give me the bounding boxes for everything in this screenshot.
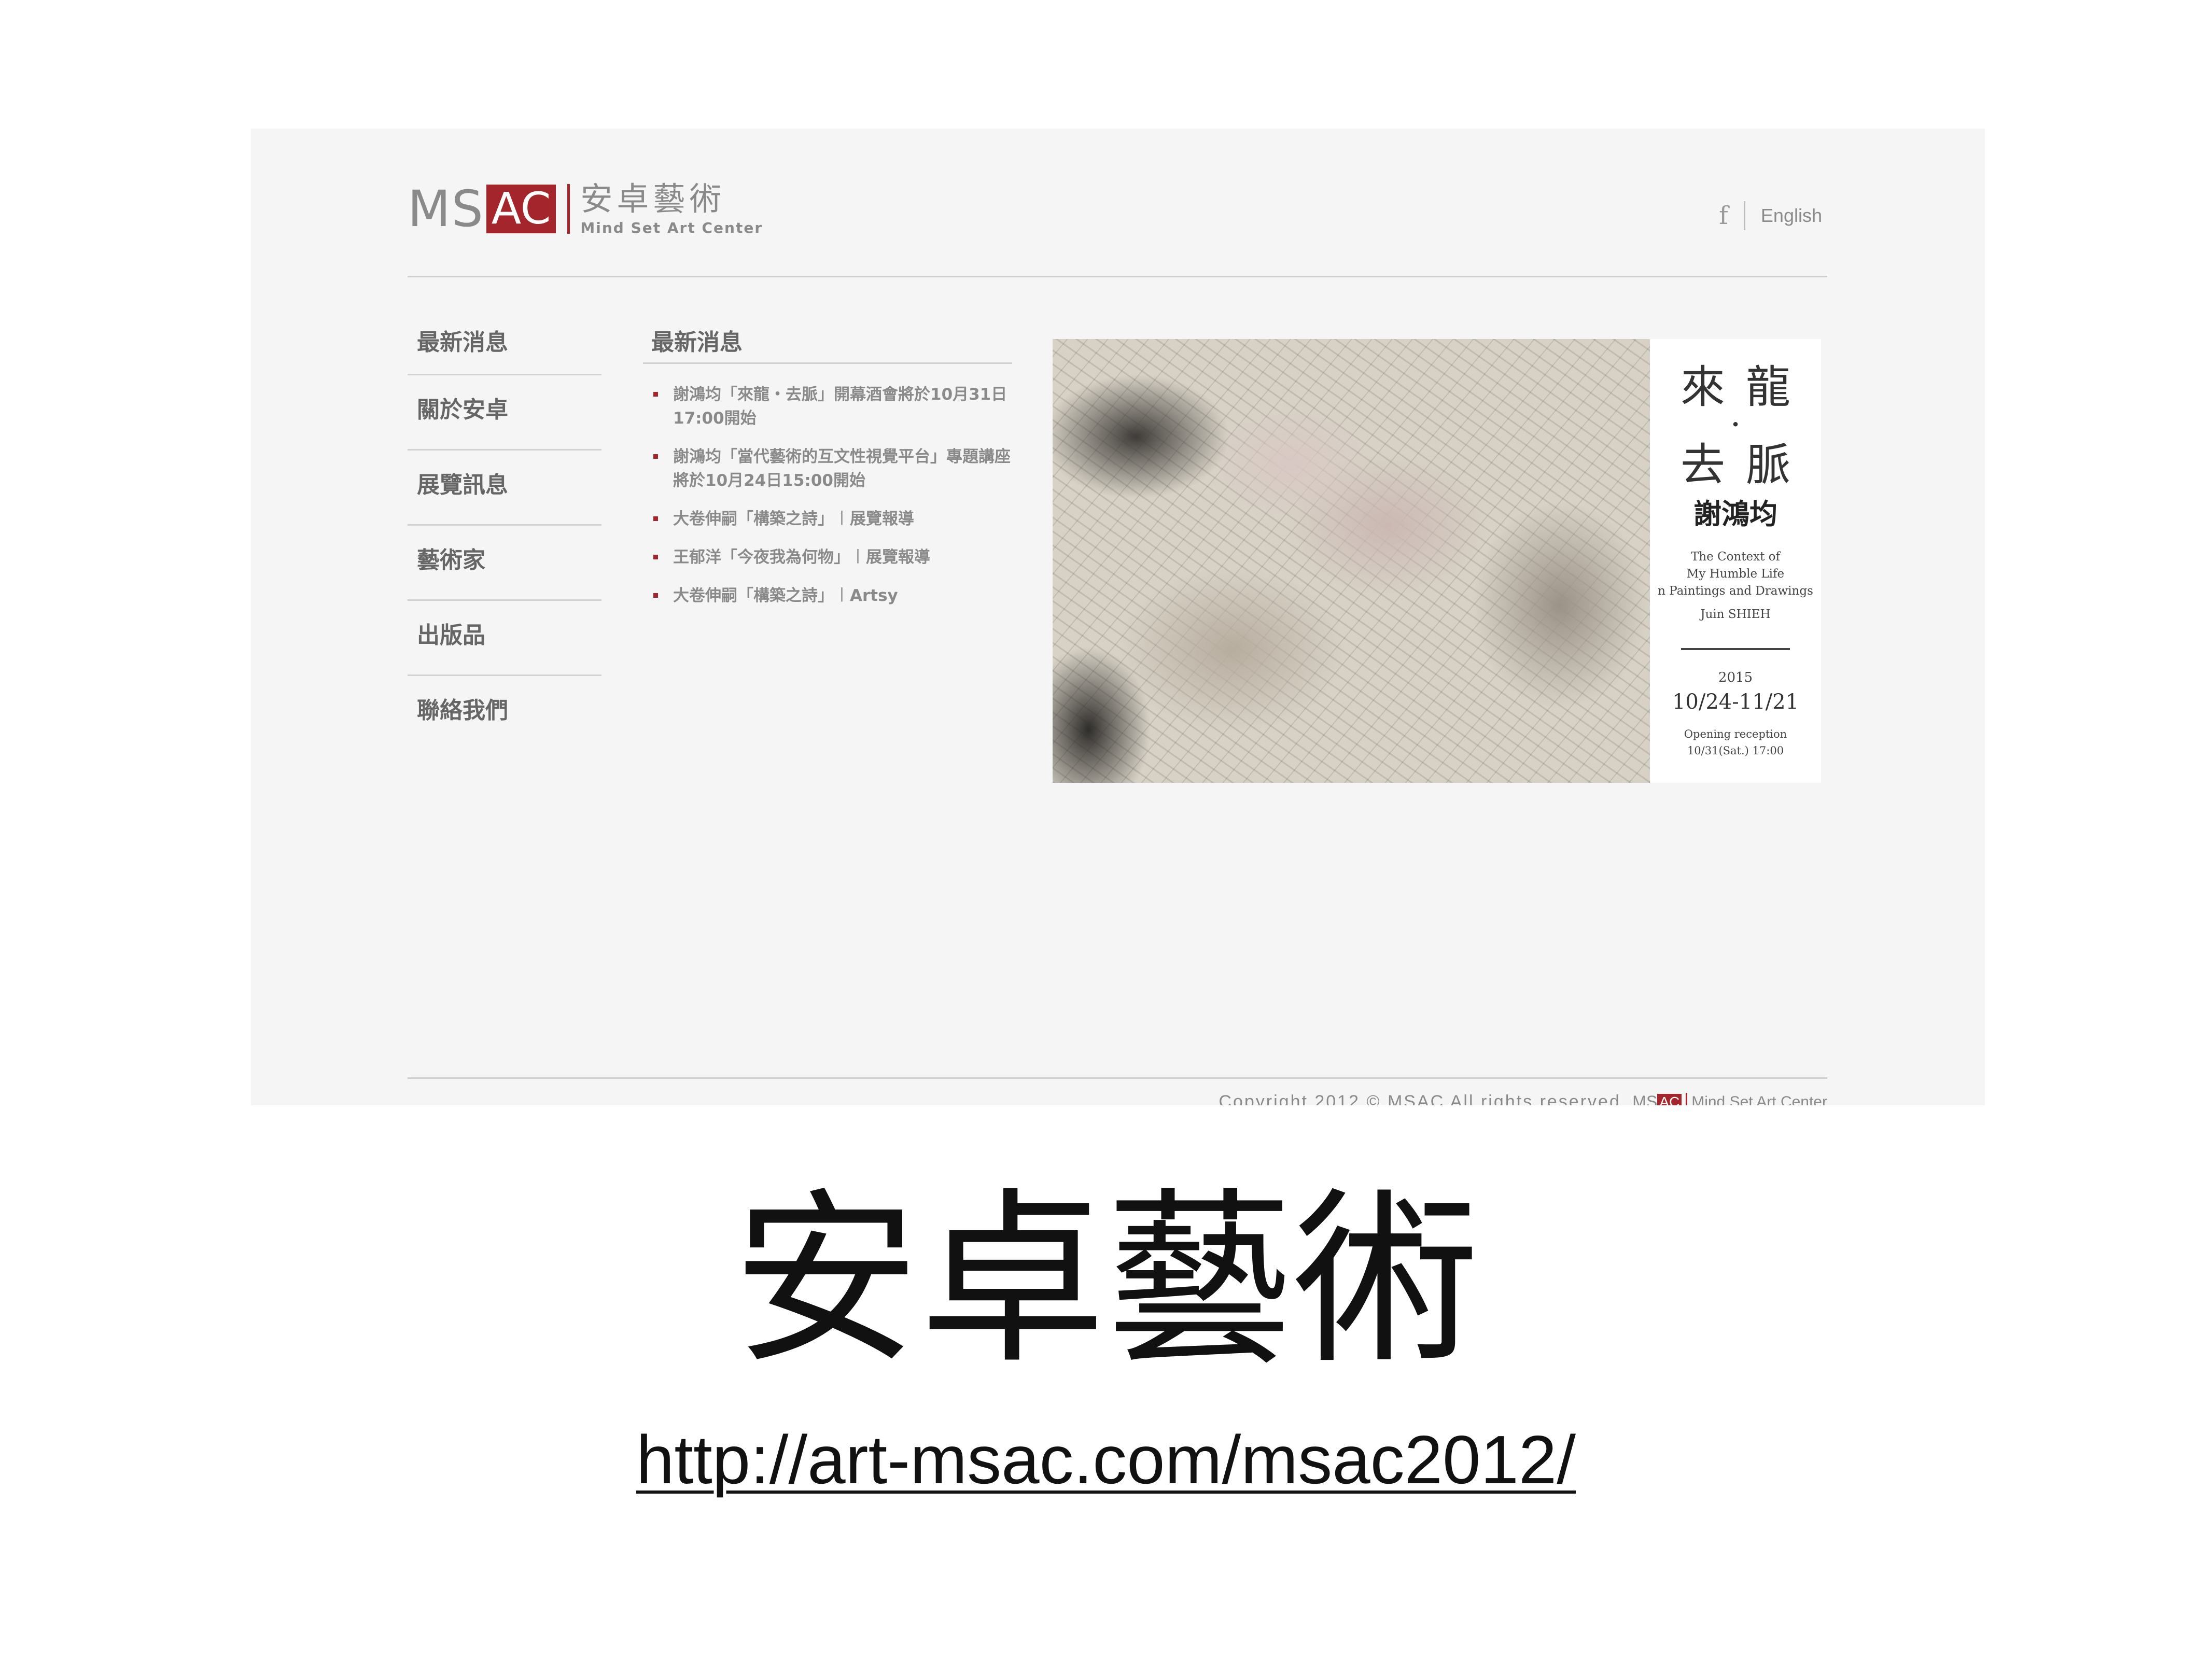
news-item[interactable]: 王郁洋「今夜我為何物」︱展覽報導 bbox=[651, 545, 1012, 569]
website-screenshot: MS AC 安卓藝術 Mind Set Art Center f English… bbox=[251, 129, 1985, 1105]
exhibition-banner[interactable]: 來龍 ・ 去脈 謝鴻均 The Context of My Humble Lif… bbox=[1053, 339, 1821, 783]
footer-divider bbox=[408, 1077, 1827, 1079]
footer-logo-ms: MS bbox=[1632, 1092, 1658, 1105]
news-item[interactable]: 大卷伸嗣「構築之詩」︱展覽報導 bbox=[651, 507, 1012, 531]
banner-title-dot: ・ bbox=[1725, 413, 1746, 437]
facebook-icon[interactable]: f bbox=[1719, 203, 1728, 228]
banner-opening-label: Opening reception bbox=[1684, 728, 1787, 740]
logo-text-block: 安卓藝術 Mind Set Art Center bbox=[580, 181, 763, 236]
slide: MS AC 安卓藝術 Mind Set Art Center f English… bbox=[0, 0, 2212, 1659]
news-list: 謝鴻均「來龍・去脈」開幕酒會將於10月31日17:00開始 謝鴻均「當代藝術的互… bbox=[643, 383, 1012, 608]
logo-divider bbox=[567, 184, 570, 234]
nav-item-exhibitions[interactable]: 展覽訊息 bbox=[408, 451, 601, 526]
news-heading: 最新消息 bbox=[643, 324, 1012, 364]
main-nav: 最新消息 關於安卓 展覽訊息 藝術家 出版品 聯絡我們 bbox=[408, 324, 601, 751]
copyright-text: Copyright 2012 © MSAC All rights reserve… bbox=[1219, 1092, 1628, 1105]
banner-artist-cn: 謝鴻均 bbox=[1693, 497, 1777, 530]
nav-item-news[interactable]: 最新消息 bbox=[408, 324, 601, 375]
footer-logo: MS AC Mind Set Art Center bbox=[1632, 1092, 1827, 1105]
nav-item-publications[interactable]: 出版品 bbox=[408, 601, 601, 676]
news-item[interactable]: 大卷伸嗣「構築之詩」︱Artsy bbox=[651, 584, 1012, 608]
banner-dates: 10/24-11/21 bbox=[1672, 690, 1799, 714]
footer-logo-divider bbox=[1686, 1092, 1688, 1105]
banner-opening-block: Opening reception 10/31(Sat.) 17:00 bbox=[1650, 726, 1821, 759]
banner-title-en-2: My Humble Life bbox=[1686, 567, 1785, 581]
caption-url-link[interactable]: http://art-msac.com/msac2012/ bbox=[0, 1426, 2212, 1494]
banner-title-line1: 來龍 bbox=[1681, 361, 1811, 413]
english-link[interactable]: English bbox=[1761, 205, 1822, 227]
banner-rule bbox=[1681, 648, 1790, 650]
logo-ac-text: AC bbox=[486, 185, 556, 233]
nav-item-artists[interactable]: 藝術家 bbox=[408, 526, 601, 601]
nav-item-contact[interactable]: 聯絡我們 bbox=[408, 676, 601, 751]
footer-copyright: Copyright 2012 © MSAC All rights reserve… bbox=[1219, 1092, 1827, 1105]
site-logo[interactable]: MS AC 安卓藝術 Mind Set Art Center bbox=[408, 180, 763, 237]
banner-title-en-3: n Paintings and Drawings bbox=[1658, 584, 1813, 598]
news-item[interactable]: 謝鴻均「來龍・去脈」開幕酒會將於10月31日17:00開始 bbox=[651, 383, 1012, 430]
logo-name-en: Mind Set Art Center bbox=[580, 219, 763, 236]
banner-info-card: 來龍 ・ 去脈 謝鴻均 The Context of My Humble Lif… bbox=[1650, 339, 1821, 783]
banner-title-line2: 去脈 bbox=[1681, 439, 1811, 491]
nav-item-about[interactable]: 關於安卓 bbox=[408, 375, 601, 451]
news-item[interactable]: 謝鴻均「當代藝術的互文性視覺平台」專題講座將於10月24日15:00開始 bbox=[651, 445, 1012, 493]
footer-logo-ac: AC bbox=[1657, 1093, 1682, 1105]
header-divider bbox=[408, 276, 1827, 277]
footer-logo-name: Mind Set Art Center bbox=[1691, 1093, 1827, 1106]
banner-year: 2015 bbox=[1718, 670, 1753, 685]
banner-artwork-image bbox=[1053, 339, 1650, 783]
caption-title: 安卓藝術 bbox=[733, 1172, 1479, 1389]
top-links-divider bbox=[1743, 201, 1745, 230]
banner-opening-time: 10/31(Sat.) 17:00 bbox=[1687, 744, 1784, 757]
news-column: 最新消息 謝鴻均「來龍・去脈」開幕酒會將於10月31日17:00開始 謝鴻均「當… bbox=[643, 324, 1012, 622]
banner-title-en-1: The Context of bbox=[1690, 550, 1781, 564]
banner-artist-en: Juin SHIEH bbox=[1700, 608, 1771, 621]
logo-ms-text: MS bbox=[408, 180, 484, 238]
top-links: f English bbox=[1719, 201, 1822, 230]
banner-english-block: The Context of My Humble Life n Painting… bbox=[1650, 549, 1821, 623]
logo-name-cn: 安卓藝術 bbox=[580, 180, 726, 218]
